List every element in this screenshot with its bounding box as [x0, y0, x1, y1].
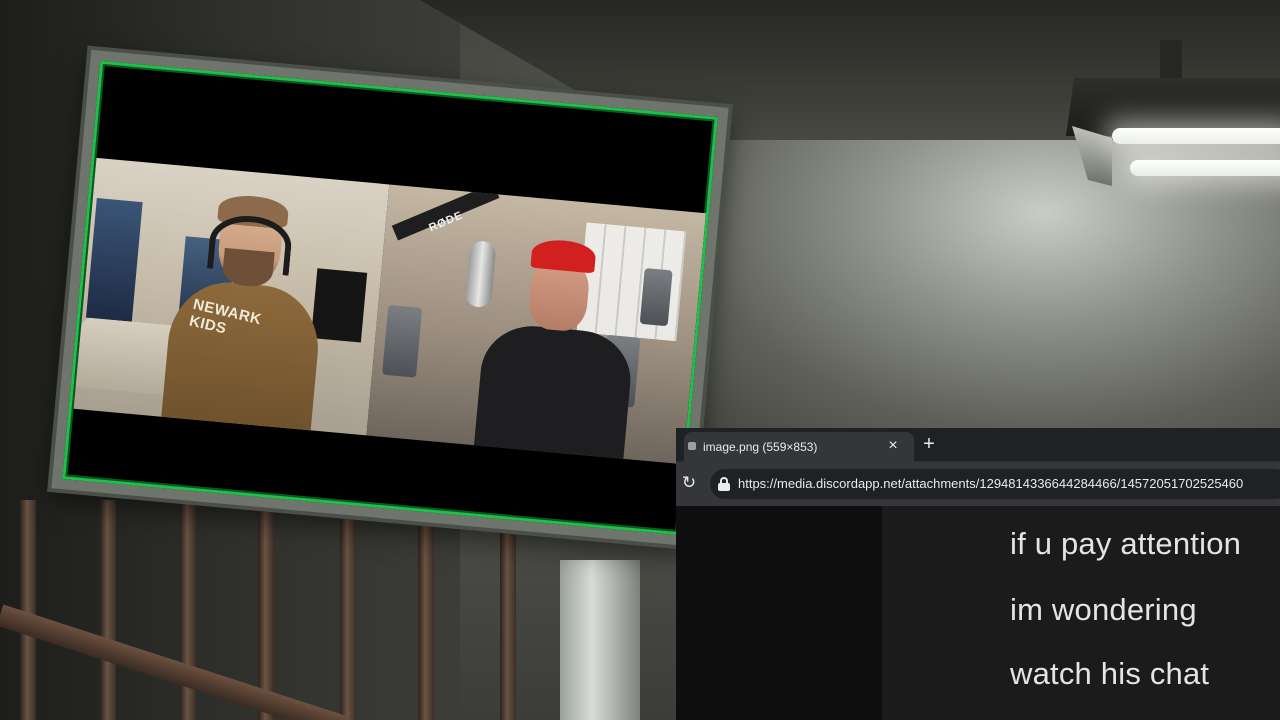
- right-webcam-feed: RØDE: [366, 184, 706, 465]
- address-bar[interactable]: https://media.discordapp.net/attachments…: [710, 469, 1280, 499]
- lock-icon[interactable]: [718, 477, 730, 491]
- new-tab-button[interactable]: +: [918, 433, 940, 455]
- stream-monitor: NEWARK KIDS RØDE: [51, 49, 729, 547]
- close-tab-icon[interactable]: ×: [884, 437, 902, 455]
- reload-icon[interactable]: ↻: [678, 473, 700, 493]
- jail-bar: [500, 500, 516, 720]
- chat-image: if u pay attention im wondering watch hi…: [882, 506, 1280, 720]
- left-webcam-feed: NEWARK KIDS: [73, 157, 390, 436]
- jail-bar: [258, 500, 274, 720]
- mic-boom-arm: [391, 184, 500, 241]
- robot-figure: [382, 304, 423, 378]
- jail-bar: [418, 500, 434, 720]
- page-viewport: if u pay attention im wondering watch hi…: [676, 506, 1280, 720]
- chat-message: watch his chat: [1010, 656, 1210, 691]
- jail-bar: [100, 500, 116, 720]
- image-favicon-icon: [688, 442, 696, 450]
- lamp-mount: [1160, 40, 1182, 82]
- lit-concrete-wall: [690, 140, 1280, 430]
- browser-window: image.png (559×853) × + ↻ https://media.…: [676, 428, 1280, 720]
- fluorescent-tube: [1112, 128, 1280, 144]
- chat-message: if u pay attention: [1010, 526, 1242, 561]
- streamer-left: NEWARK KIDS: [150, 189, 331, 436]
- city-window: [85, 198, 143, 322]
- tab-image-png[interactable]: image.png (559×853) ×: [684, 432, 914, 462]
- tab-strip: image.png (559×853) × +: [676, 428, 1280, 462]
- robot-figure: [639, 267, 673, 327]
- url-text[interactable]: https://media.discordapp.net/attachments…: [738, 476, 1243, 491]
- stream-screen: NEWARK KIDS RØDE: [62, 60, 718, 536]
- chat-message: im wondering: [1010, 592, 1197, 627]
- hoodie: [159, 277, 324, 436]
- jail-rail: [0, 604, 346, 720]
- concrete-pillar: [560, 560, 640, 720]
- streamer-right: [455, 232, 644, 465]
- browser-toolbar: ↻ https://media.discordapp.net/attachmen…: [676, 462, 1280, 506]
- red-cap: [530, 237, 597, 274]
- fluorescent-tube: [1130, 160, 1280, 176]
- black-shirt: [472, 321, 635, 465]
- tab-title: image.png (559×853): [703, 440, 818, 454]
- jail-bar: [340, 500, 356, 720]
